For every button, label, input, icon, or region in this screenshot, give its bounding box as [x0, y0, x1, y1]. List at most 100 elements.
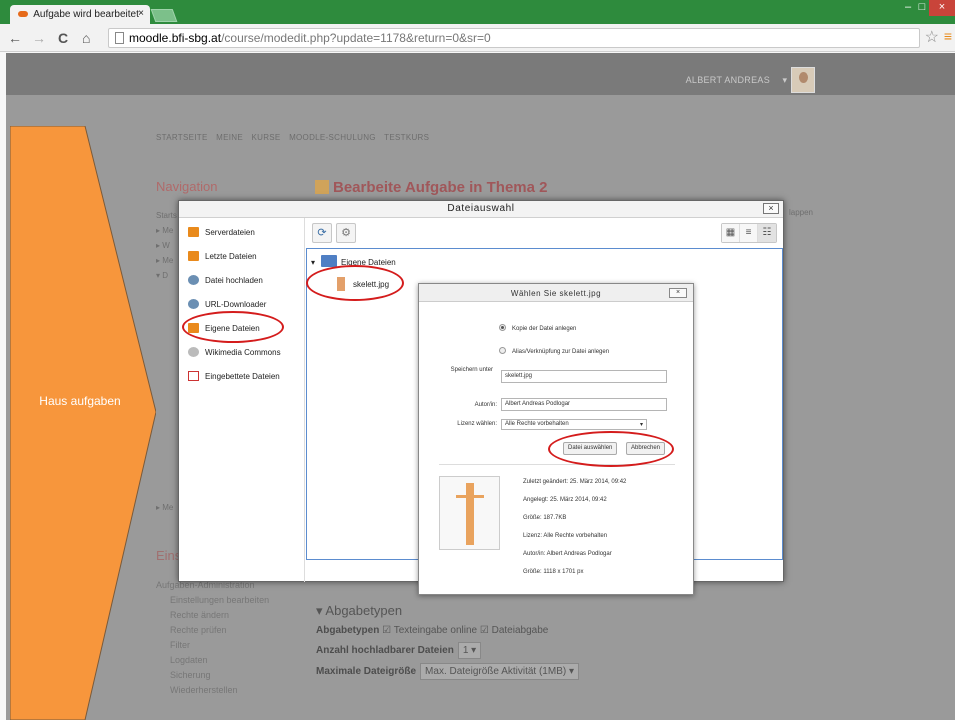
save-as-label: Speichern unter [450, 367, 493, 373]
page-icon [115, 32, 124, 44]
upload-icon [188, 275, 199, 285]
globe-icon [188, 299, 199, 309]
tab-close-icon[interactable]: × [138, 8, 144, 19]
forward-button[interactable]: → [32, 30, 46, 46]
info-modified: Zuletzt geändert: 25. März 2014, 09:42 [523, 479, 627, 485]
breadcrumb[interactable]: STARTSEITE MEINE KURSE MOODLE-SCHULUNG T… [156, 133, 429, 142]
minimize-button[interactable]: – [901, 0, 915, 16]
form-label: Anzahl hochladbarer Dateien [316, 645, 454, 656]
repository-serverdateien[interactable]: Serverdateien [188, 227, 255, 241]
reload-button[interactable]: C [58, 30, 68, 46]
address-bar[interactable]: moodle.bfi-sbg.at/course/modedit.php?upd… [108, 28, 920, 48]
nav-line: ▸ Me [156, 226, 174, 235]
moodle-favicon-icon [18, 11, 28, 18]
select-file-title: Wählen Sie skelett.jpg [419, 284, 693, 302]
tab-title: Aufgabe wird bearbeitet [33, 9, 139, 20]
dialog-title: Dateiauswahl [179, 201, 783, 218]
highlight-oval-file [306, 265, 404, 301]
radio-selected[interactable] [499, 324, 506, 331]
info-dimensions: Größe: 1118 x 1701 px [523, 569, 584, 575]
highlight-oval-eigene-dateien [182, 311, 284, 343]
arrow-shape [10, 126, 156, 720]
repository-icon [188, 227, 199, 237]
select-caret-icon: ▾ [639, 422, 643, 428]
url-path: /course/modedit.php?update=1178&return=0… [221, 31, 491, 45]
author-input[interactable]: Albert Andreas Podlogar [501, 398, 667, 411]
form-label: Maximale Dateigröße [316, 666, 417, 677]
info-license: Lizenz: Alle Rechte vorbehalten [523, 533, 608, 539]
view-tree-button[interactable]: ☷ [758, 224, 776, 242]
form-option[interactable]: Dateiabgabe [492, 625, 549, 636]
wikimedia-icon [188, 347, 199, 357]
window-controls: – □ × [901, 0, 955, 18]
browser-tab[interactable]: Aufgabe wird bearbeitet × [10, 5, 150, 24]
nav-line: ▸ W [156, 241, 170, 250]
repository-sidebar: Serverdateien Letzte Dateien Datei hochl… [179, 218, 305, 582]
settings-button[interactable]: ⚙ [336, 223, 356, 243]
tree-caret-icon[interactable]: ▾ [311, 258, 315, 267]
license-select[interactable]: Alle Rechte vorbehalten ▾ [501, 419, 647, 430]
form-select[interactable]: 1 ▾ [457, 642, 482, 659]
form-option[interactable]: Texteingabe online [394, 625, 477, 636]
nav-line: ▾ D [156, 271, 169, 280]
radio-copy-option[interactable]: Kopie der Datei anlegen [499, 324, 576, 332]
repository-label: Wikimedia Commons [205, 348, 281, 357]
license-label: Lizenz wählen: [457, 421, 497, 427]
repository-eingebettete-dateien[interactable]: Eingebettete Dateien [188, 371, 280, 385]
repository-label: Letzte Dateien [205, 252, 257, 261]
admin-item[interactable]: Logdaten [156, 653, 269, 668]
radio-alias-option[interactable]: Alias/Verknüpfung zur Datei anlegen [499, 347, 609, 355]
nav-line: ▸ Me [156, 256, 174, 265]
admin-item[interactable]: Sicherung [156, 668, 269, 683]
refresh-button[interactable]: ⟳ [312, 223, 332, 243]
admin-item[interactable]: Einstellungen bearbeiten [156, 593, 269, 608]
info-author: Autor/in: Albert Andreas Podlogar [523, 551, 612, 557]
info-created: Angelegt: 25. März 2014, 09:42 [523, 497, 607, 503]
repository-letzte-dateien[interactable]: Letzte Dateien [188, 251, 257, 265]
skeleton-image-arms [456, 495, 484, 498]
browser-menu-icon[interactable]: ≡ [944, 28, 952, 44]
bookmark-star-icon[interactable]: ☆ [925, 27, 939, 47]
new-tab-button[interactable] [150, 9, 178, 22]
highlight-oval-buttons [548, 431, 674, 467]
form-label: Abgabetypen [316, 625, 380, 636]
arrow-label: Haus aufgaben [39, 394, 121, 408]
repository-label: Serverdateien [205, 228, 255, 237]
radio-label: Alias/Verknüpfung zur Datei anlegen [512, 349, 610, 355]
info-size: Größe: 187.7KB [523, 515, 567, 521]
user-menu-caret-icon[interactable]: ▾ [782, 75, 787, 86]
assignment-icon [315, 180, 329, 194]
license-value: Alle Rechte vorbehalten [505, 421, 569, 427]
dialog-close-button[interactable]: × [763, 203, 779, 214]
close-window-button[interactable]: × [929, 0, 955, 16]
moodle-header: ALBERT ANDREAS ▾ [6, 53, 955, 95]
folder-icon [321, 255, 338, 267]
admin-item[interactable]: Wiederherstellen [156, 683, 269, 698]
pdf-icon [188, 371, 199, 381]
section-abgabetypen[interactable]: ▾ Abgabetypen [316, 603, 402, 619]
repository-wikimedia[interactable]: Wikimedia Commons [188, 347, 281, 361]
page-title: Bearbeite Aufgabe in Thema 2 [315, 179, 548, 196]
view-list-button[interactable]: ≡ [740, 224, 758, 242]
annotation-arrow: Haus aufgaben [10, 126, 156, 720]
collapse-link-text[interactable]: lappen [789, 208, 813, 217]
avatar[interactable] [791, 67, 815, 93]
page-title-text: Bearbeite Aufgabe in Thema 2 [333, 179, 548, 196]
back-button[interactable]: ← [8, 30, 22, 46]
repository-datei-hochladen[interactable]: Datei hochladen [188, 275, 263, 289]
navigation-block-title: Navigation [156, 179, 218, 194]
radio-unselected[interactable] [499, 347, 506, 354]
maximize-button[interactable]: □ [915, 0, 929, 16]
admin-item[interactable]: Filter [156, 638, 269, 653]
admin-item[interactable]: Rechte prüfen [156, 623, 269, 638]
url-host: moodle.bfi-sbg.at [129, 31, 222, 45]
home-button[interactable]: ⌂ [82, 30, 90, 46]
select-file-close-button[interactable]: × [669, 288, 687, 298]
admin-item[interactable]: Rechte ändern [156, 608, 269, 623]
user-menu-name[interactable]: ALBERT ANDREAS [686, 75, 770, 85]
view-icons-button[interactable]: ▦ [722, 224, 740, 242]
file-preview-thumbnail [439, 476, 500, 550]
repository-icon [188, 251, 199, 261]
form-select[interactable]: Max. Dateigröße Aktivität (1MB) ▾ [420, 663, 579, 680]
save-as-input[interactable]: skelett.jpg [501, 370, 667, 383]
